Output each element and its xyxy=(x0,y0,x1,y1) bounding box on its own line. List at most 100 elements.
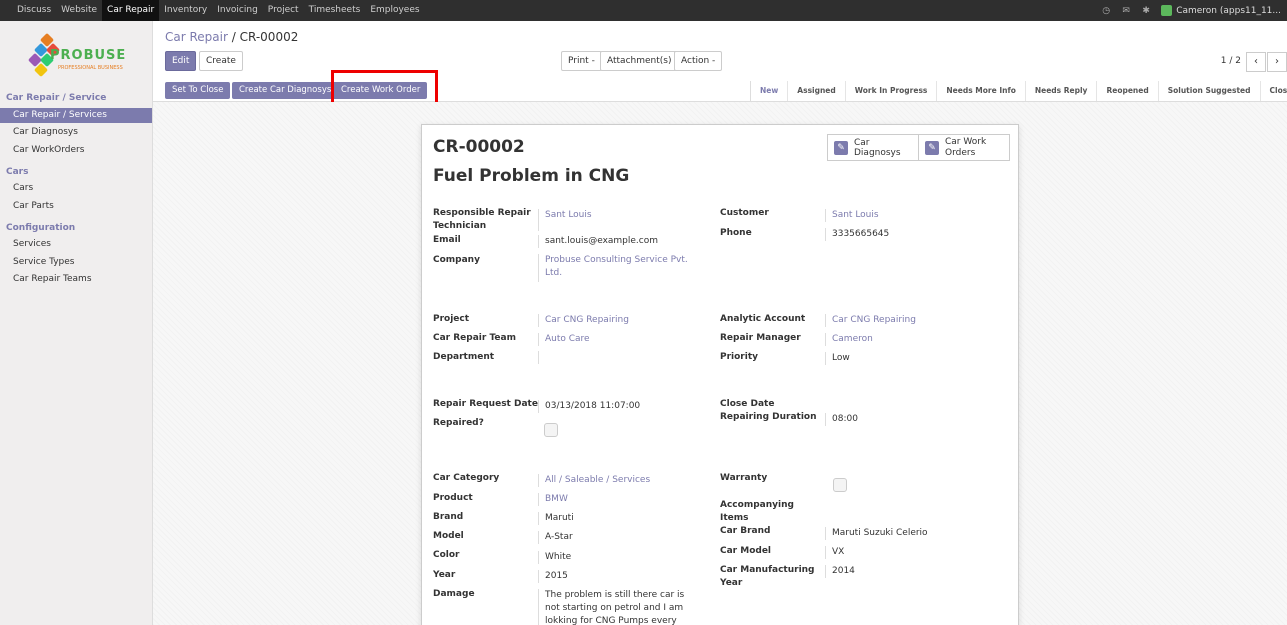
menu-website[interactable]: Website xyxy=(56,0,102,21)
sidebar-item-services[interactable]: Services xyxy=(0,237,152,252)
form-sheet: CR-00002 Fuel Problem in CNG ✎ Car Diagn… xyxy=(421,124,1019,625)
color-label: Color xyxy=(433,550,460,560)
bug-icon[interactable]: ✱ xyxy=(1141,6,1151,16)
damage-label: Damage xyxy=(433,589,475,599)
car-category-value[interactable]: All / Saleable / Services xyxy=(538,474,688,487)
car-category-label: Car Category xyxy=(433,473,500,483)
action-dropdown[interactable]: Action - xyxy=(674,51,723,71)
repair-request-date-value: 03/13/2018 11:07:00 xyxy=(538,400,688,413)
department-value[interactable] xyxy=(538,351,688,364)
stage-reopened[interactable]: Reopened xyxy=(1097,81,1159,101)
car-diagnosys-smart-button[interactable]: ✎ Car Diagnosys xyxy=(827,134,919,161)
analytic-account-value[interactable]: Car CNG Repairing xyxy=(825,314,975,327)
stage-closed[interactable]: Closed xyxy=(1261,81,1287,101)
attachments-dropdown[interactable]: Attachment(s) - xyxy=(600,51,685,71)
car-repair-team-label: Car Repair Team xyxy=(433,333,516,343)
car-model-value: VX xyxy=(825,546,975,559)
project-value[interactable]: Car CNG Repairing xyxy=(538,314,688,327)
menu-employees[interactable]: Employees xyxy=(365,0,424,21)
company-value[interactable]: Probuse Consulting Service Pvt. Ltd. xyxy=(538,254,688,282)
analytic-account-label: Analytic Account xyxy=(720,314,806,324)
create-button[interactable]: Create xyxy=(199,51,243,71)
email-label: Email xyxy=(433,235,461,245)
sidebar-section-car-repair-service: Car Repair / Service xyxy=(6,93,107,103)
car-manufacturing-year-label: Car Manufacturing Year xyxy=(720,565,815,588)
menu-discuss[interactable]: Discuss xyxy=(12,0,56,21)
create-car-diagnosys-button[interactable]: Create Car Diagnosys xyxy=(232,82,339,99)
chat-icon[interactable]: ✉ xyxy=(1121,6,1131,16)
damage-value: The problem is still there car is not st… xyxy=(538,589,690,625)
car-brand-value: Maruti Suzuki Celerio xyxy=(825,527,975,540)
breadcrumb-parent[interactable]: Car Repair xyxy=(165,30,228,44)
sidebar-section-configuration: Configuration xyxy=(6,223,76,233)
phone-label: Phone xyxy=(720,228,752,238)
priority-label: Priority xyxy=(720,352,758,362)
clock-icon[interactable]: ◷ xyxy=(1101,6,1111,16)
sidebar-item-car-repair-teams[interactable]: Car Repair Teams xyxy=(0,272,152,287)
product-value[interactable]: BMW xyxy=(538,493,688,506)
systray: ◷ ✉ ✱ Cameron (apps11_11... xyxy=(1101,0,1287,21)
repair-manager-label: Repair Manager xyxy=(720,333,801,343)
stage-statusbar: New Assigned Work In Progress Needs More… xyxy=(750,81,1287,101)
responsible-technician-value[interactable]: Sant Louis xyxy=(538,209,688,231)
pager-value: 1 / 2 xyxy=(1220,56,1241,66)
model-label: Model xyxy=(433,531,464,541)
top-navbar: Discuss Website Car Repair Inventory Inv… xyxy=(0,0,1287,21)
pencil-icon: ✎ xyxy=(925,140,939,155)
warranty-label: Warranty xyxy=(720,473,768,483)
repair-request-date-label: Repair Request Date xyxy=(433,399,538,409)
sidebar-item-car-diagnosys[interactable]: Car Diagnosys xyxy=(0,125,152,140)
stage-solution-suggested[interactable]: Solution Suggested xyxy=(1159,81,1261,101)
customer-value[interactable]: Sant Louis xyxy=(825,209,975,222)
avatar xyxy=(1161,5,1173,16)
breadcrumb-separator: / xyxy=(231,30,236,44)
user-menu[interactable]: Cameron (apps11_11... xyxy=(1161,5,1281,16)
car-repair-team-value[interactable]: Auto Care xyxy=(538,333,688,346)
sidebar-item-service-types[interactable]: Service Types xyxy=(0,255,152,270)
menu-timesheets[interactable]: Timesheets xyxy=(304,0,366,21)
accompanying-items-label: Accompanying Items xyxy=(720,500,794,523)
smart-button-label: Car Work Orders xyxy=(945,136,987,158)
user-name: Cameron (apps11_11... xyxy=(1176,5,1281,16)
stage-assigned[interactable]: Assigned xyxy=(788,81,846,101)
warranty-checkbox[interactable] xyxy=(833,478,847,492)
sidebar-item-car-workorders[interactable]: Car WorkOrders xyxy=(0,143,152,158)
set-to-close-button[interactable]: Set To Close xyxy=(165,82,231,99)
smart-button-label: Car Diagnosys xyxy=(854,137,901,158)
menu-project[interactable]: Project xyxy=(263,0,304,21)
menu-car-repair[interactable]: Car Repair xyxy=(102,0,160,21)
breadcrumb: Car Repair / CR-00002 xyxy=(165,30,298,44)
record-name: Fuel Problem in CNG xyxy=(433,166,630,186)
close-date-label: Close Date xyxy=(720,399,775,409)
menu-inventory[interactable]: Inventory xyxy=(159,0,212,21)
menu-invoicing[interactable]: Invoicing xyxy=(212,0,263,21)
edit-button[interactable]: Edit xyxy=(165,51,197,71)
year-value: 2015 xyxy=(538,570,688,583)
repair-manager-value[interactable]: Cameron xyxy=(825,333,975,346)
repaired-label: Repaired? xyxy=(433,418,484,428)
repaired-checkbox[interactable] xyxy=(544,423,558,437)
sidebar-item-car-repair-services[interactable]: Car Repair / Services xyxy=(0,108,152,123)
print-dropdown[interactable]: Print - xyxy=(561,51,602,71)
stage-needs-reply[interactable]: Needs Reply xyxy=(1026,81,1098,101)
sidebar-item-car-parts[interactable]: Car Parts xyxy=(0,199,152,214)
pager-next-button[interactable]: › xyxy=(1267,52,1287,72)
car-brand-label: Car Brand xyxy=(720,526,771,536)
stage-work-in-progress[interactable]: Work In Progress xyxy=(846,81,938,101)
sidebar: PROBUSE PROFESSIONAL BUSINESS Car Repair… xyxy=(0,21,153,625)
stage-new[interactable]: New xyxy=(751,81,789,101)
pager-prev-button[interactable]: ‹ xyxy=(1246,52,1266,72)
sidebar-item-cars[interactable]: Cars xyxy=(0,181,152,196)
color-value: White xyxy=(538,551,688,564)
pencil-icon: ✎ xyxy=(834,140,848,155)
car-work-orders-smart-button[interactable]: ✎ Car Work Orders xyxy=(918,134,1010,161)
company-label: Company xyxy=(433,255,480,265)
brand-value: Maruti xyxy=(538,512,688,525)
probuse-logo: PROBUSE PROFESSIONAL BUSINESS xyxy=(27,31,128,83)
record-reference: CR-00002 xyxy=(433,137,525,157)
product-label: Product xyxy=(433,493,473,503)
sidebar-section-cars: Cars xyxy=(6,167,29,177)
department-label: Department xyxy=(433,352,495,362)
priority-value: Low xyxy=(825,352,975,365)
stage-needs-more-info[interactable]: Needs More Info xyxy=(937,81,1026,101)
